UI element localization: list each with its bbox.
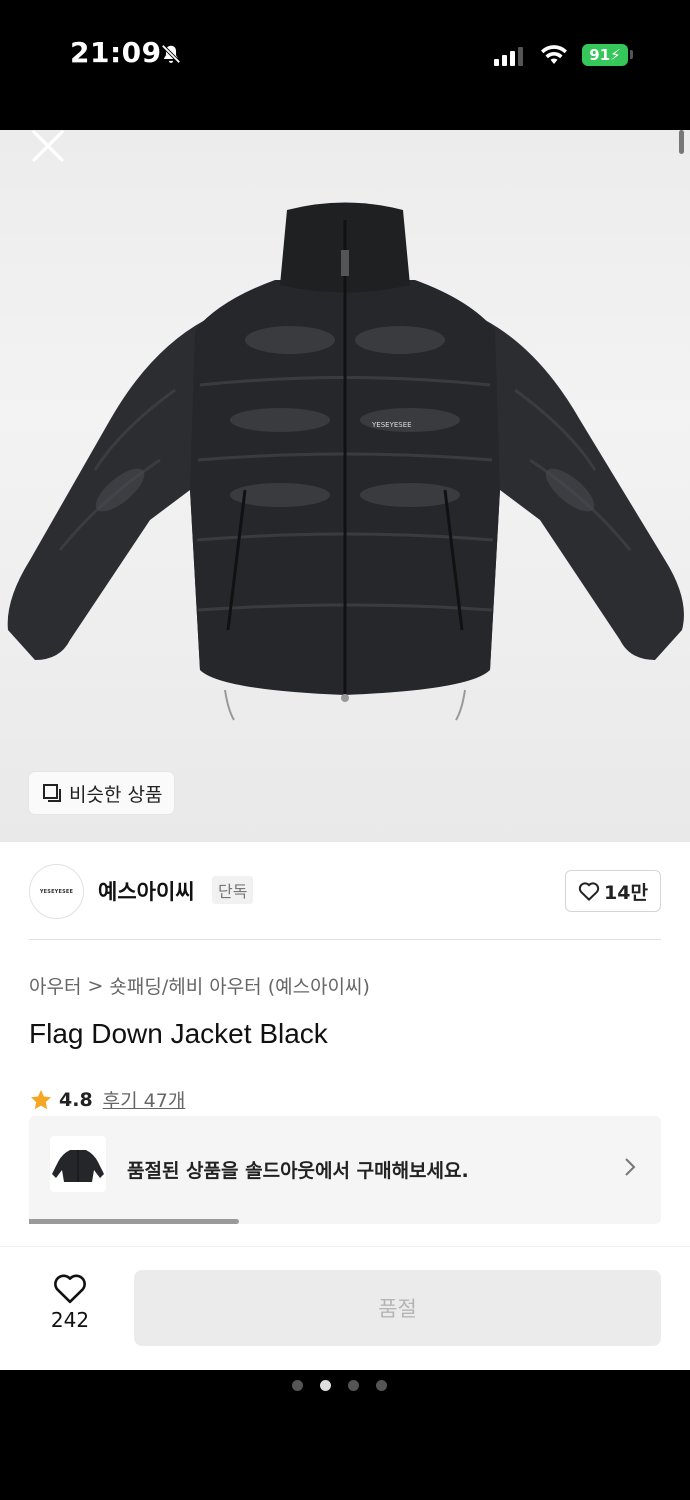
soldout-banner-text: 품절된 상품을 솔드아웃에서 구매해보세요. — [127, 1160, 469, 1182]
similar-items-icon — [43, 784, 61, 802]
banner-thumbnail — [50, 1136, 106, 1192]
wifi-icon — [541, 45, 567, 64]
soldout-buy-button[interactable]: 품절 — [134, 1270, 661, 1346]
wishlist-count: 242 — [50, 1308, 90, 1332]
battery-level: 91 — [589, 46, 611, 64]
product-title: Flag Down Jacket Black — [29, 1018, 328, 1049]
reviews-link[interactable]: 후기 47개 — [103, 1086, 186, 1113]
breadcrumb-item-outer[interactable]: 아우터 — [29, 972, 81, 999]
rating-value: 4.8 — [59, 1088, 93, 1111]
product-image: YESEYESEE — [7, 202, 684, 721]
banner-progress — [29, 1219, 239, 1224]
brand-name[interactable]: 예스아이씨 — [98, 876, 195, 906]
breadcrumb: 아우터 > 숏패딩/헤비 아우터 (예스아이씨) — [29, 972, 370, 999]
brand-like-button[interactable]: 14만 — [565, 870, 661, 912]
page-dot[interactable] — [348, 1380, 359, 1391]
bottom-bar — [0, 1370, 690, 1500]
star-icon — [31, 1089, 51, 1109]
brand-logo[interactable]: YESEYESEE — [29, 864, 84, 919]
similar-items-label: 비슷한 상품 — [69, 783, 163, 806]
chevron-right-icon — [625, 1158, 636, 1176]
status-bar: 21:09 91 ⚡ — [0, 0, 690, 130]
scroll-indicator — [679, 130, 684, 154]
page-dot-active[interactable] — [320, 1380, 331, 1391]
exclusive-badge: 단독 — [212, 876, 254, 904]
brand-like-count: 14만 — [604, 881, 648, 904]
page-dot[interactable] — [376, 1380, 387, 1391]
heart-icon — [54, 1274, 86, 1304]
breadcrumb-separator: > — [87, 974, 104, 997]
product-detail: YESEYESEE 예스아이씨 단독 14만 아우터 > 숏패딩/헤비 아우터 … — [0, 842, 690, 1370]
rating-row: 4.8 후기 47개 — [29, 1086, 185, 1113]
status-time: 21:09 — [70, 36, 162, 69]
wishlist-button[interactable]: 242 — [38, 1272, 102, 1342]
close-icon[interactable] — [30, 130, 66, 166]
product-image-area[interactable]: YESEYESEE 비슷한 상품 — [0, 130, 690, 842]
heart-icon — [578, 882, 600, 901]
breadcrumb-item-padding[interactable]: 숏패딩/헤비 아우터 (예스아이씨) — [109, 972, 370, 999]
similar-items-button[interactable]: 비슷한 상품 — [29, 772, 175, 814]
page-dot[interactable] — [292, 1380, 303, 1391]
bell-slash-icon — [161, 44, 181, 64]
signal-icon — [494, 46, 523, 66]
page-indicator — [292, 1380, 387, 1391]
divider — [29, 939, 661, 940]
battery-icon: 91 ⚡ — [582, 44, 628, 66]
soldout-banner[interactable]: 품절된 상품을 솔드아웃에서 구매해보세요. — [29, 1116, 661, 1224]
jacket-logo: YESEYESEE — [371, 421, 412, 429]
